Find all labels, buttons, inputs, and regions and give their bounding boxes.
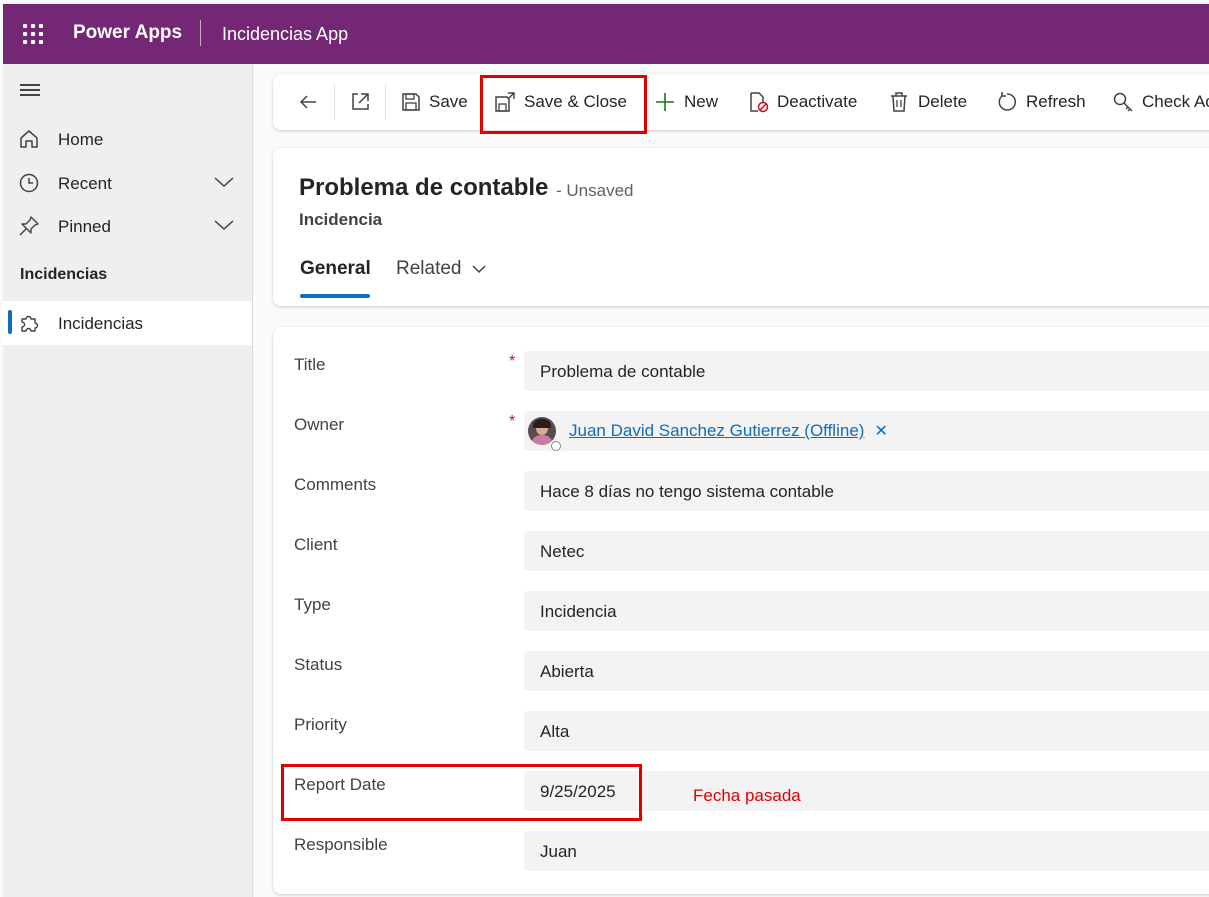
sidebar-item-recent[interactable]: Recent bbox=[3, 163, 252, 203]
sidebar-item-home[interactable]: Home bbox=[3, 119, 252, 159]
refresh-button[interactable]: Refresh bbox=[996, 74, 1086, 130]
sidebar-item-pinned[interactable]: Pinned bbox=[3, 206, 252, 246]
hamburger-menu-icon[interactable] bbox=[20, 82, 42, 96]
puzzle-icon bbox=[21, 315, 39, 332]
open-in-new-window-icon bbox=[352, 93, 369, 110]
status-input[interactable]: Abierta bbox=[524, 651, 1209, 691]
chevron-down-icon[interactable] bbox=[471, 263, 487, 275]
sidebar-item-label: Home bbox=[58, 130, 104, 149]
back-button[interactable] bbox=[297, 74, 327, 130]
field-value: Netec bbox=[540, 542, 585, 561]
key-search-icon bbox=[1113, 92, 1133, 112]
back-arrow-icon bbox=[299, 95, 316, 109]
sidebar-item-label: Pinned bbox=[58, 217, 111, 236]
field-row-status: Status Abierta bbox=[273, 651, 1209, 711]
save-label: Save bbox=[429, 92, 468, 111]
app-header: Power Apps Incidencias App bbox=[3, 4, 1209, 64]
type-input[interactable]: Incidencia bbox=[524, 591, 1209, 631]
avatar bbox=[528, 417, 556, 445]
chevron-down-icon[interactable] bbox=[213, 175, 235, 189]
field-value: Incidencia bbox=[540, 602, 617, 621]
field-value: Abierta bbox=[540, 662, 594, 681]
field-row-owner: Owner * Juan David Sanchez Gutierrez (Of… bbox=[273, 411, 1209, 471]
tab-general[interactable]: General bbox=[300, 258, 371, 280]
home-icon bbox=[20, 130, 38, 148]
owner-lookup-field[interactable]: Juan David Sanchez Gutierrez (Offline) ✕ bbox=[524, 411, 1209, 451]
owner-chip: Juan David Sanchez Gutierrez (Offline) ✕ bbox=[528, 414, 888, 451]
sidebar-item-label: Recent bbox=[58, 174, 112, 193]
sidebar-item-incidencias[interactable]: Incidencias bbox=[3, 301, 252, 345]
sidebar-section-title: Incidencias bbox=[20, 266, 108, 283]
field-label: Priority bbox=[294, 715, 347, 734]
field-row-priority: Priority Alta bbox=[273, 711, 1209, 771]
tab-related[interactable]: Related bbox=[396, 258, 462, 280]
sidebar: Home Recent Pinned Incidencias Incidenci… bbox=[3, 64, 253, 897]
trash-icon bbox=[891, 92, 907, 112]
clock-icon bbox=[19, 173, 39, 193]
active-tab-underline bbox=[300, 294, 370, 298]
save-button[interactable]: Save bbox=[401, 74, 468, 130]
deactivate-icon bbox=[750, 92, 769, 113]
record-header: Problema de contable - Unsaved Incidenci… bbox=[273, 148, 1209, 306]
pin-icon bbox=[19, 216, 39, 236]
command-bar: Save Save & Close New Deactivate Delete bbox=[273, 74, 1209, 130]
toolbar-divider bbox=[385, 84, 386, 120]
comments-input[interactable]: Hace 8 días no tengo sistema contable bbox=[524, 471, 1209, 511]
priority-input[interactable]: Alta bbox=[524, 711, 1209, 751]
check-access-button[interactable]: Check Ac bbox=[1112, 74, 1209, 130]
field-row-comments: Comments Hace 8 días no tengo sistema co… bbox=[273, 471, 1209, 531]
field-label: Comments bbox=[294, 475, 377, 494]
app-launcher-icon[interactable] bbox=[23, 24, 43, 44]
deactivate-button[interactable]: Deactivate bbox=[747, 74, 857, 130]
plus-icon bbox=[656, 93, 674, 111]
new-button[interactable]: New bbox=[654, 74, 718, 130]
required-indicator: * bbox=[509, 353, 516, 370]
field-label: Type bbox=[294, 595, 331, 614]
product-name[interactable]: Power Apps bbox=[73, 22, 182, 44]
highlight-box-report-date bbox=[281, 764, 642, 821]
remove-owner-icon[interactable]: ✕ bbox=[874, 421, 887, 441]
record-entity-name: Incidencia bbox=[299, 210, 383, 229]
field-row-title: Title * Problema de contable bbox=[273, 351, 1209, 411]
check-access-label: Check Ac bbox=[1142, 92, 1209, 111]
owner-link[interactable]: Juan David Sanchez Gutierrez (Offline) bbox=[569, 421, 864, 441]
refresh-label: Refresh bbox=[1026, 92, 1086, 111]
field-value: Alta bbox=[540, 722, 570, 741]
client-input[interactable]: Netec bbox=[524, 531, 1209, 571]
app-title[interactable]: Incidencias App bbox=[222, 24, 348, 45]
annotation-label: Fecha pasada bbox=[693, 786, 801, 805]
presence-offline-icon bbox=[551, 441, 561, 451]
delete-button[interactable]: Delete bbox=[888, 74, 967, 130]
highlight-box-save-close bbox=[480, 75, 647, 134]
sidebar-item-label: Incidencias bbox=[58, 314, 144, 333]
field-label: Owner bbox=[294, 415, 345, 434]
field-label: Client bbox=[294, 535, 338, 554]
field-label: Title bbox=[294, 355, 326, 374]
field-label: Responsible bbox=[294, 835, 388, 854]
field-value: Hace 8 días no tengo sistema contable bbox=[540, 482, 834, 501]
toolbar-divider bbox=[334, 84, 335, 120]
new-label: New bbox=[684, 92, 719, 111]
selected-indicator bbox=[8, 310, 12, 334]
field-label: Status bbox=[294, 655, 343, 674]
delete-label: Delete bbox=[918, 92, 968, 111]
deactivate-label: Deactivate bbox=[777, 92, 858, 111]
chevron-down-icon[interactable] bbox=[213, 218, 235, 232]
required-indicator: * bbox=[509, 413, 516, 430]
header-divider bbox=[200, 20, 201, 46]
field-value: Juan bbox=[540, 842, 577, 861]
save-icon bbox=[402, 93, 420, 111]
field-value: Problema de contable bbox=[540, 362, 706, 381]
open-new-window-button[interactable] bbox=[349, 74, 379, 130]
field-row-responsible: Responsible Juan bbox=[273, 831, 1209, 891]
title-input[interactable]: Problema de contable bbox=[524, 351, 1209, 391]
responsible-input[interactable]: Juan bbox=[524, 831, 1209, 871]
field-row-type: Type Incidencia bbox=[273, 591, 1209, 651]
record-title: Problema de contable bbox=[299, 174, 549, 201]
field-row-client: Client Netec bbox=[273, 531, 1209, 591]
refresh-icon bbox=[998, 92, 1016, 111]
unsaved-indicator: - Unsaved bbox=[556, 181, 634, 200]
